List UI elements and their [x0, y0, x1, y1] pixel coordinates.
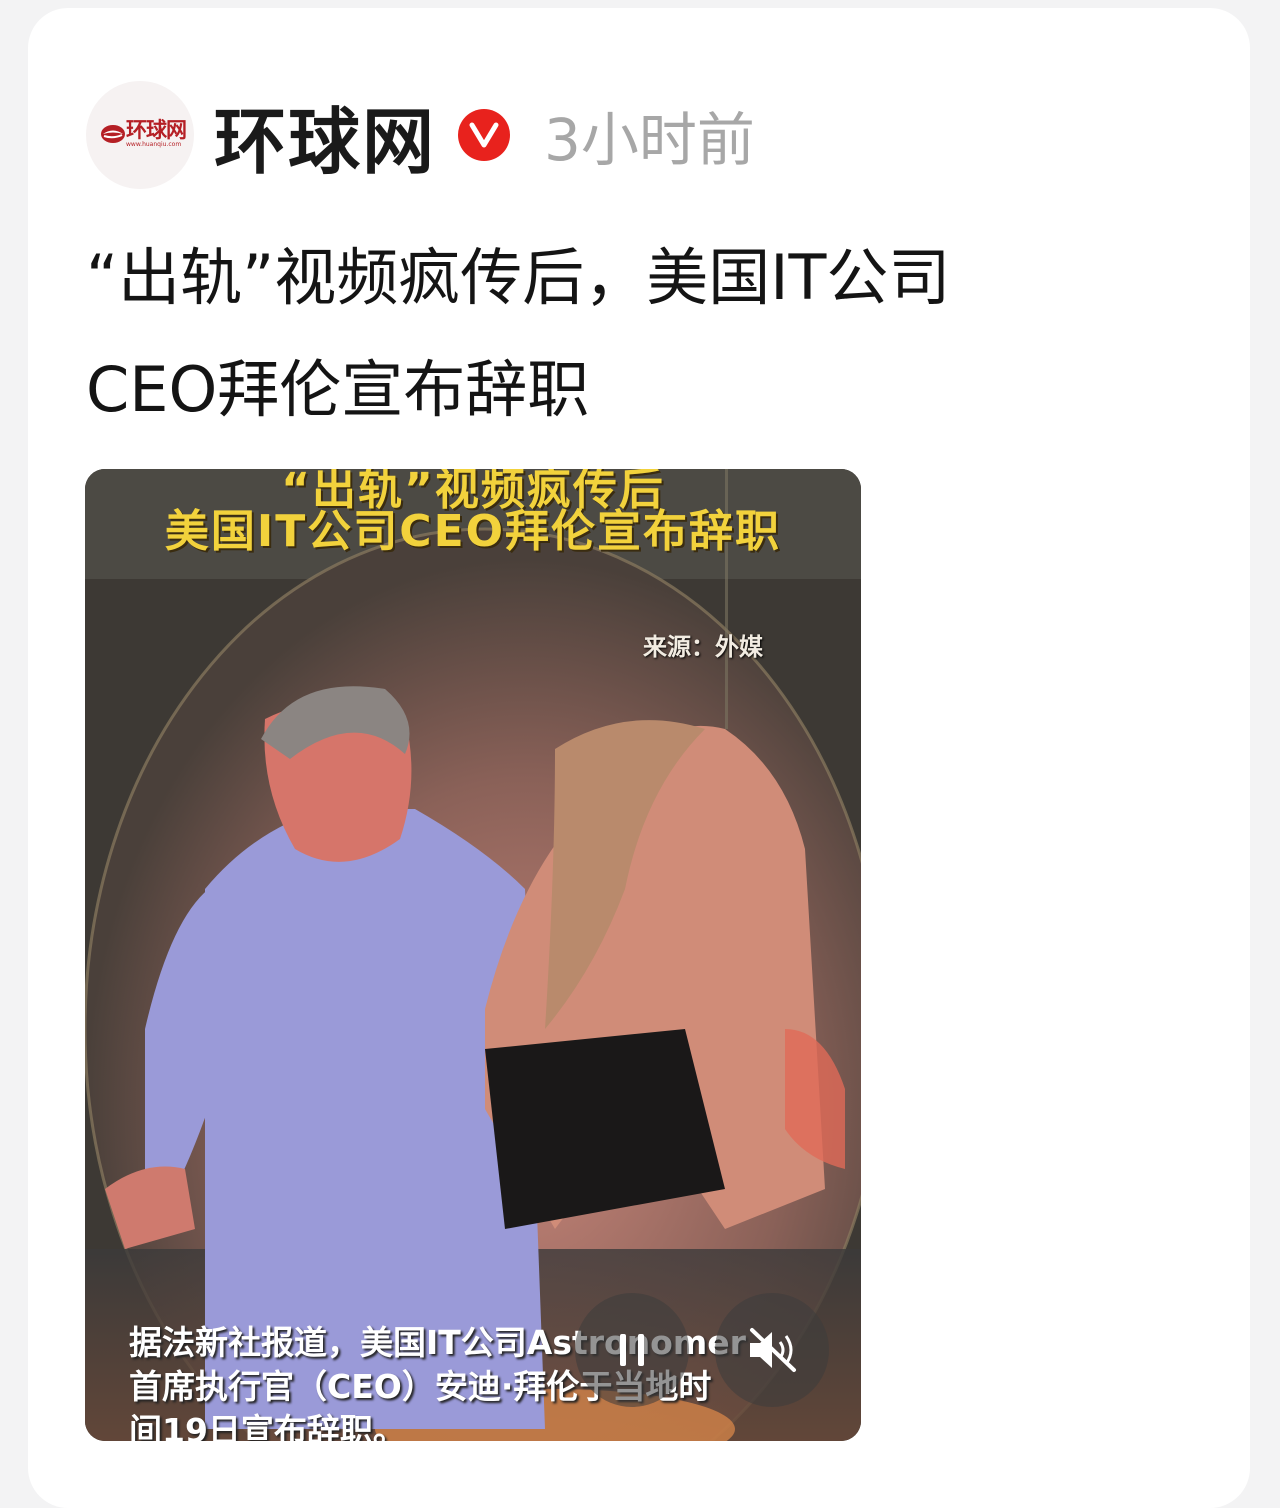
post-header: 环球网 www.huanqiu.com 环球网 3小时前	[86, 80, 755, 190]
post-time: 3小时前	[544, 106, 755, 174]
post-title-line-1: “出轨”视频疯传后，美国IT公司	[86, 241, 951, 314]
avatar-logo-url: www.huanqiu.com	[126, 141, 182, 148]
author-name[interactable]: 环球网	[214, 83, 436, 188]
logo-swirl-icon	[101, 125, 125, 143]
avatar-logo: 环球网 www.huanqiu.com	[94, 117, 187, 153]
video-source-label: 来源：外媒	[643, 633, 763, 661]
verified-badge-icon	[458, 109, 511, 161]
avatar[interactable]: 环球网 www.huanqiu.com	[86, 81, 194, 189]
post-title[interactable]: “出轨”视频疯传后，美国IT公司 CEO拜伦宣布辞职	[86, 222, 1196, 446]
video-caption-line-3: 间19日宣布辞职。	[129, 1411, 406, 1441]
pause-button[interactable]	[575, 1293, 689, 1407]
avatar-logo-text: 环球网	[126, 117, 187, 142]
post-title-line-2: CEO拜伦宣布辞职	[86, 353, 590, 426]
mute-button[interactable]	[715, 1293, 829, 1407]
check-v-icon	[469, 122, 499, 148]
mute-icon	[750, 1328, 796, 1372]
video-player[interactable]: “出轨”视频疯传后 美国IT公司CEO拜伦宣布辞职 来源：外媒 据法新社报道，美…	[85, 469, 861, 1441]
video-frame	[85, 469, 861, 1441]
pause-icon	[620, 1334, 644, 1366]
video-headline-line-2: 美国IT公司CEO拜伦宣布辞职	[164, 506, 782, 557]
